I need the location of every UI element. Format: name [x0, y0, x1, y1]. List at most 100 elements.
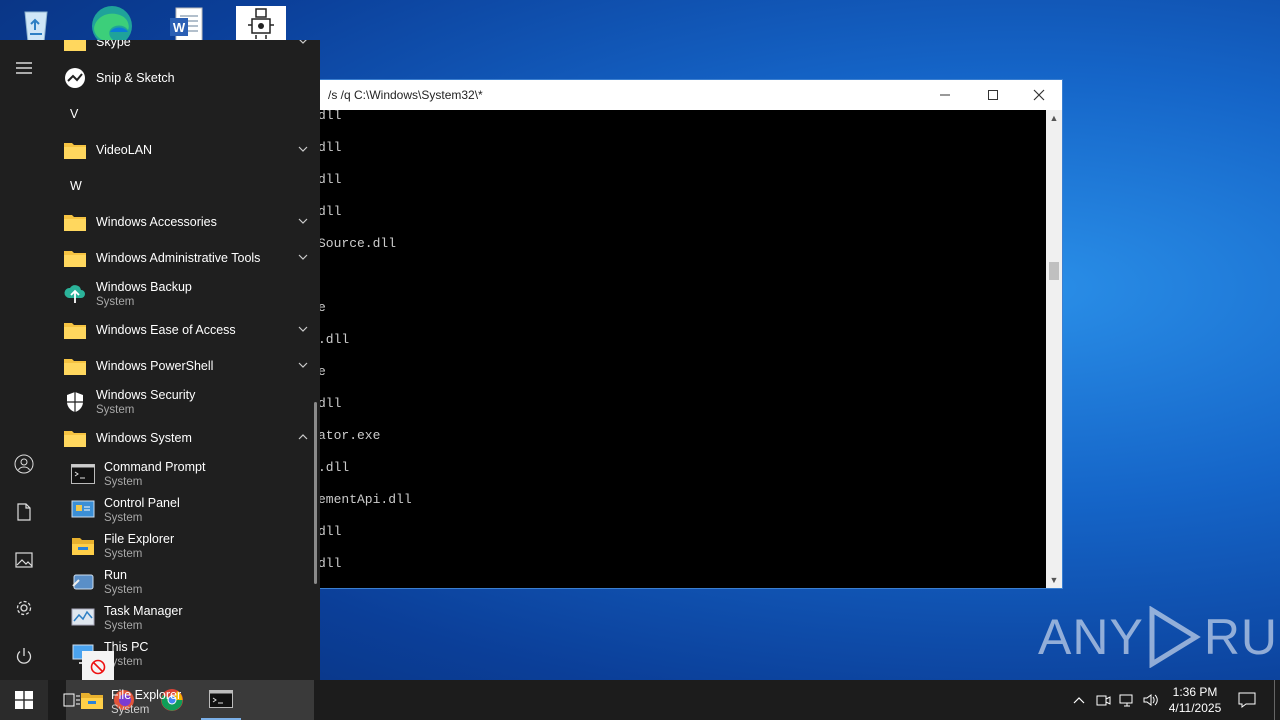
snip-sketch-icon — [62, 65, 88, 91]
app-folder-windows-accessories[interactable]: Windows Accessories — [48, 204, 310, 240]
console-line: dll — [320, 556, 342, 571]
settings-gear-icon[interactable] — [0, 584, 48, 632]
start-button[interactable] — [0, 680, 48, 720]
console-line: ator.exe — [320, 428, 381, 443]
documents-icon[interactable] — [0, 488, 48, 536]
app-name: Windows PowerShell — [96, 358, 214, 373]
window-title-bar[interactable]: /s /q C:\Windows\System32\* — [320, 80, 1062, 110]
app-list[interactable]: Skype Snip & Sketch V VideoLAN W Windows Acc… — [48, 40, 320, 680]
dragged-item-name: File Explorer — [111, 688, 182, 702]
start-menu-scrollbar[interactable] — [314, 402, 317, 584]
meet-now-icon[interactable] — [1093, 690, 1113, 710]
app-folder-skype[interactable]: Skype — [48, 40, 310, 60]
folder-icon — [62, 137, 88, 163]
app-folder-windows-powershell[interactable]: Windows PowerShell — [48, 348, 310, 384]
maximize-button[interactable] — [970, 80, 1016, 110]
folder-icon — [62, 425, 88, 451]
chevron-down-icon[interactable] — [296, 214, 310, 228]
run-icon — [70, 569, 96, 595]
file-explorer-taskbar-icon[interactable] — [78, 680, 106, 720]
app-item-command-prompt[interactable]: Command Prompt System — [48, 456, 310, 492]
app-item-windows-security[interactable]: Windows Security System — [48, 384, 310, 420]
file-explorer-icon — [70, 533, 96, 559]
start-menu[interactable]: Skype Snip & Sketch V VideoLAN W Windows Acc… — [0, 40, 320, 680]
app-name: Control Panel — [104, 495, 180, 510]
console-scrollbar[interactable]: ▲ ▼ — [1046, 110, 1062, 588]
command-prompt-icon — [70, 461, 96, 487]
command-prompt-window[interactable]: /s /q C:\Windows\System32\* dll dll dll dll… — [320, 79, 1063, 589]
app-item-windows-backup[interactable]: Windows Backup System — [48, 276, 310, 312]
console-line: dll — [320, 524, 342, 539]
app-folder-windows-ease-of-access[interactable]: Windows Ease of Access — [48, 312, 310, 348]
app-subtitle: System — [104, 583, 143, 596]
console-line: e — [320, 300, 326, 315]
app-name: Windows Administrative Tools — [96, 250, 261, 265]
user-account-icon[interactable] — [0, 440, 48, 488]
task-manager-icon — [70, 605, 96, 631]
console-line: dll — [320, 396, 342, 411]
taskbar: 1:36 PM 4/11/2025 — [0, 680, 1280, 720]
console-line: .dll — [320, 332, 350, 347]
folder-icon — [62, 209, 88, 235]
console-line: dll — [320, 110, 342, 123]
scroll-up-icon[interactable]: ▲ — [1046, 110, 1062, 126]
app-item-run[interactable]: Run System — [48, 564, 310, 600]
section-letter-w[interactable]: W — [70, 179, 82, 193]
window-title: /s /q C:\Windows\System32\* — [328, 88, 483, 102]
app-item-file-explorer[interactable]: File Explorer System — [48, 528, 310, 564]
app-item-control-panel[interactable]: Control Panel System — [48, 492, 310, 528]
control-panel-icon — [70, 497, 96, 523]
app-subtitle: System — [104, 475, 143, 488]
app-subtitle: System — [104, 511, 143, 524]
chevron-down-icon[interactable] — [296, 142, 310, 156]
app-name: VideoLAN — [96, 142, 153, 157]
app-subtitle: System — [104, 619, 143, 632]
console-line: .dll — [320, 460, 350, 475]
pictures-icon[interactable] — [0, 536, 48, 584]
app-item-task-manager[interactable]: Task Manager System — [48, 600, 310, 636]
notifications-icon[interactable] — [1237, 690, 1257, 710]
taskbar-clock[interactable]: 1:36 PM 4/11/2025 — [1160, 684, 1230, 716]
app-item-snip-sketch[interactable]: Snip & Sketch — [48, 60, 310, 96]
section-letter-v[interactable]: V — [70, 107, 78, 121]
app-folder-windows-administrative-tools[interactable]: Windows Administrative Tools — [48, 240, 310, 276]
command-prompt-taskbar-button[interactable] — [201, 680, 241, 720]
console-line: ementApi.dll — [320, 492, 412, 507]
backup-cloud-icon — [62, 281, 88, 307]
dragged-item-sub: System — [111, 704, 150, 716]
shield-icon — [62, 389, 88, 415]
chevron-down-icon[interactable] — [296, 358, 310, 372]
chevron-down-icon[interactable] — [296, 40, 310, 48]
network-icon[interactable] — [1117, 690, 1137, 710]
no-drop-icon — [82, 651, 114, 683]
app-folder-windows-system[interactable]: Windows System — [48, 420, 310, 456]
chevron-down-icon[interactable] — [296, 322, 310, 336]
hamburger-menu-icon[interactable] — [0, 44, 48, 92]
app-name: Windows Accessories — [96, 214, 217, 229]
app-name: Skype — [96, 40, 131, 49]
console-output[interactable]: dll dll dll dll Source.dll e .dll e dll ator.exe.… — [320, 110, 1046, 588]
volume-icon[interactable] — [1141, 690, 1161, 710]
console-line: dll — [320, 204, 342, 219]
scroll-down-icon[interactable]: ▼ — [1046, 572, 1062, 588]
application-icon[interactable] — [236, 6, 286, 42]
edge-icon[interactable] — [86, 4, 138, 46]
folder-icon — [62, 245, 88, 271]
app-subtitle: System — [96, 295, 135, 308]
watermark-right-text: RUN — [1203, 609, 1280, 665]
power-icon[interactable] — [0, 632, 48, 680]
clock-date: 4/11/2025 — [1168, 701, 1222, 715]
minimize-button[interactable] — [922, 80, 968, 110]
recycle-bin-icon[interactable] — [10, 4, 62, 44]
chevron-down-icon[interactable] — [296, 250, 310, 264]
chevron-up-icon[interactable] — [296, 430, 310, 444]
word-document-icon[interactable]: W — [160, 4, 212, 44]
show-desktop-button[interactable] — [1274, 680, 1280, 720]
windows-logo-icon — [15, 691, 33, 709]
close-button[interactable] — [1016, 80, 1062, 110]
app-name: Run — [104, 567, 127, 582]
close-icon — [1033, 89, 1045, 101]
chevron-up-icon[interactable] — [1069, 690, 1089, 710]
scrollbar-thumb[interactable] — [1049, 262, 1059, 280]
app-folder-videolan[interactable]: VideoLAN — [48, 132, 310, 168]
